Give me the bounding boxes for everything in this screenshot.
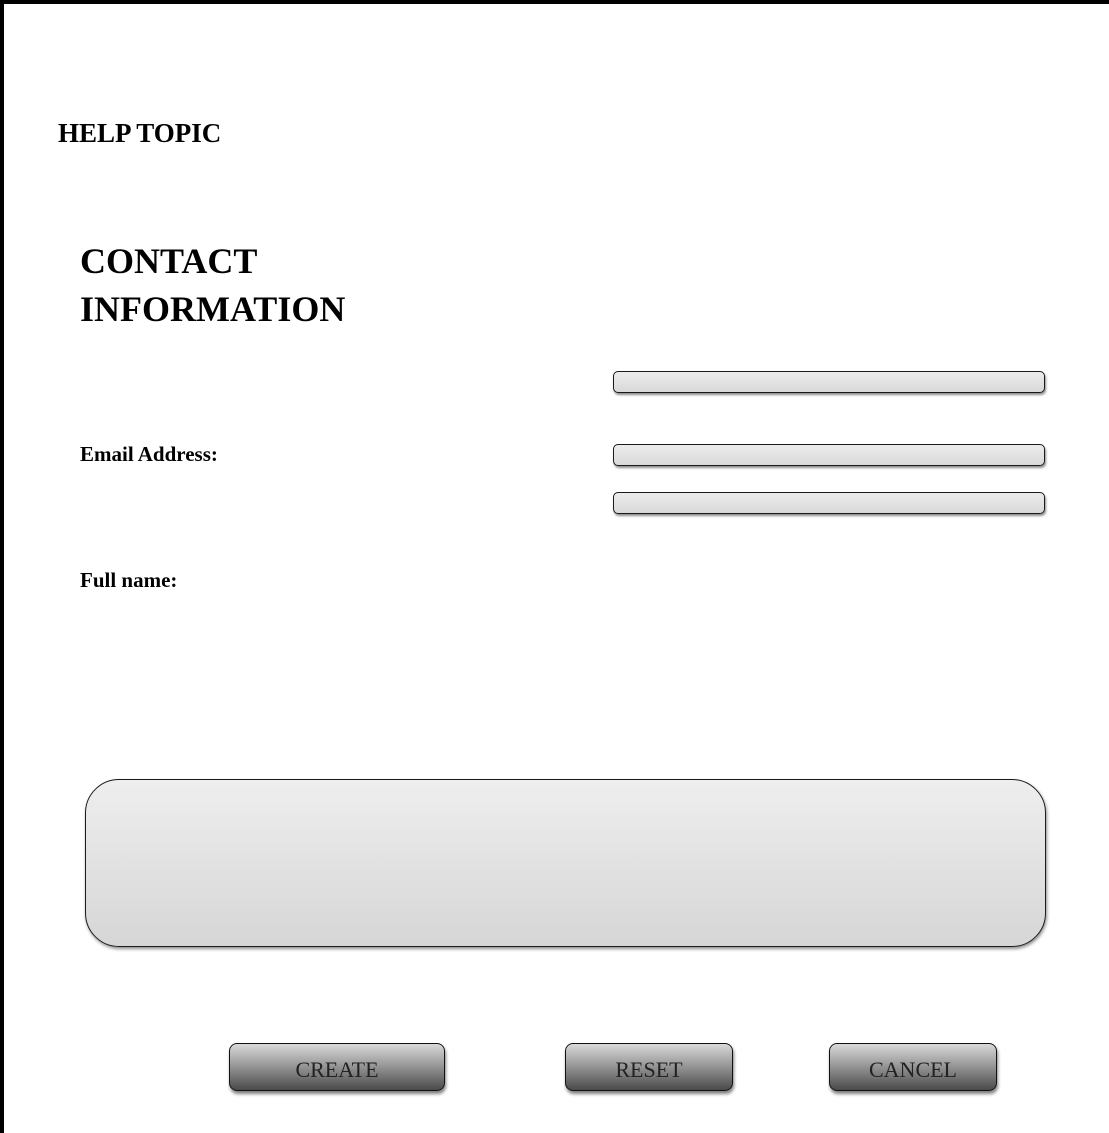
- full-name-field[interactable]: [613, 492, 1045, 514]
- full-name-label: Full name:: [80, 568, 178, 592]
- create-button[interactable]: CREATE: [229, 1043, 445, 1091]
- top-input-field[interactable]: [613, 371, 1045, 393]
- email-address-label: Email Address:: [80, 442, 218, 466]
- contact-information-title: CONTACT INFORMATION: [80, 241, 346, 329]
- page-frame: [0, 0, 1109, 1133]
- reset-button[interactable]: RESET: [565, 1043, 733, 1091]
- email-field[interactable]: [613, 444, 1045, 466]
- cancel-button[interactable]: CANCEL: [829, 1043, 997, 1091]
- help-topic-heading: HELP TOPIC: [58, 118, 222, 148]
- message-textarea[interactable]: [85, 779, 1046, 947]
